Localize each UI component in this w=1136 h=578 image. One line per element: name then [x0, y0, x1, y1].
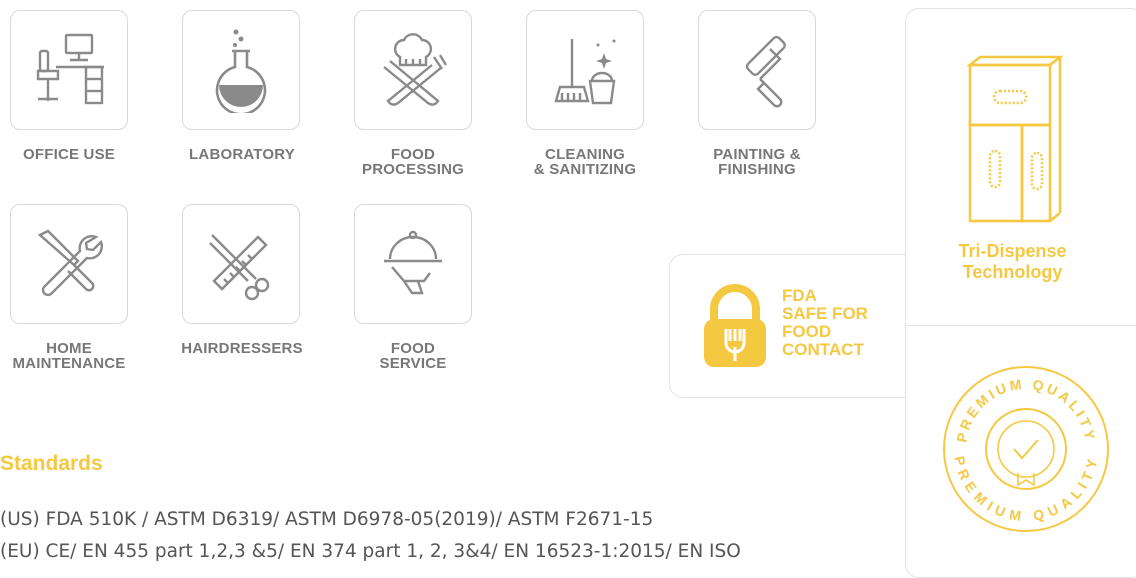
fda-line-1: FDA	[782, 286, 817, 305]
home-label-line: HOME MAINTENANCE	[0, 341, 144, 371]
industry-tile-cleaning-sanitizing	[526, 10, 644, 130]
industry-tile-home-maintenance	[10, 204, 128, 324]
comb-scissors-icon	[209, 234, 270, 301]
industry-tile-office-use	[10, 10, 128, 130]
industry-label-laboratory: LABORATORY	[189, 146, 295, 163]
tri-dispense-line-1: Tri-Dispense	[958, 241, 1067, 261]
industry-label-hairdressers: HAIRDRESSERS	[181, 340, 303, 357]
industry-label-cleaning-sanitizing: CLEANING & SANITIZING	[510, 147, 660, 177]
padlock-fork-icon	[704, 284, 766, 367]
paint-roller-icon	[745, 35, 786, 108]
tri-dispense-line-2: Technology	[962, 262, 1063, 282]
industry-tile-laboratory	[182, 10, 300, 130]
industry-label-line-1: PAINTING &	[713, 146, 801, 163]
industry-label-line-1: FOOD	[390, 146, 436, 163]
industry-label-painting-finishing: PAINTING & FINISHING	[682, 147, 832, 177]
food-processing-line: FOOD PROCESSING	[338, 147, 488, 177]
industry-label-line-1: HOME	[46, 340, 92, 357]
industry-label-food-processing: FOOD PROCESSING	[338, 147, 488, 177]
standards-title: Standards	[0, 452, 103, 475]
fda-line-4: CONTACT	[782, 340, 864, 359]
broom-bucket-icon	[554, 39, 616, 105]
laboratory-flask-icon	[215, 29, 267, 113]
industry-tile-food-service	[354, 204, 472, 324]
right-feature-panel: Tri-Dispense Technology PREMIUM QUALITY …	[905, 8, 1136, 578]
wrench-screwdriver-icon	[37, 229, 103, 297]
cleaning-label-line: CLEANING & SANITIZING	[510, 147, 660, 177]
fda-line-3: FOOD	[782, 322, 832, 341]
industry-tile-food-processing	[354, 10, 472, 130]
fda-line-2: SAFE FOR	[782, 304, 868, 323]
painting-label-line: PAINTING & FINISHING	[682, 147, 832, 177]
industry-label-line-2: MAINTENANCE	[12, 355, 126, 372]
industry-label-line-1: FOOD	[390, 340, 436, 357]
industry-label-office-use: OFFICE USE	[22, 146, 115, 163]
fda-badge-card: FDA SAFE FOR FOOD CONTACT	[669, 254, 919, 398]
tri-dispense-box-icon	[966, 55, 1064, 223]
chef-hat-cutlery-icon	[383, 33, 448, 106]
standards-line-us: (US) FDA 510K / ASTM D6319/ ASTM D6978-0…	[0, 509, 654, 530]
industry-label-line-1: CLEANING	[545, 146, 625, 163]
standards-line-eu: (EU) CE/ EN 455 part 1,2,3 &5/ EN 374 pa…	[0, 541, 741, 562]
industry-label-food-service: FOOD SERVICE	[338, 341, 488, 371]
cloche-serving-icon	[384, 230, 442, 295]
office-desk-icon	[36, 33, 104, 105]
industry-label-line-2: FINISHING	[718, 161, 796, 178]
industry-tile-painting-finishing	[698, 10, 816, 130]
fda-text: FDA SAFE FOR FOOD CONTACT	[782, 287, 868, 359]
tri-dispense-label: Tri-Dispense Technology	[906, 241, 1119, 283]
food-service-label-line: FOOD SERVICE	[338, 341, 488, 371]
industry-label-line-2: PROCESSING	[361, 161, 465, 178]
industry-label-home-maintenance: HOME MAINTENANCE	[0, 341, 144, 371]
premium-quality-seal-icon: PREMIUM QUALITY PREMIUM QUALITY	[943, 366, 1109, 532]
industry-label-line-2: SERVICE	[379, 355, 447, 372]
industry-label-line-2: & SANITIZING	[533, 161, 637, 178]
panel-divider	[906, 325, 1136, 326]
industry-tile-hairdressers	[182, 204, 300, 324]
